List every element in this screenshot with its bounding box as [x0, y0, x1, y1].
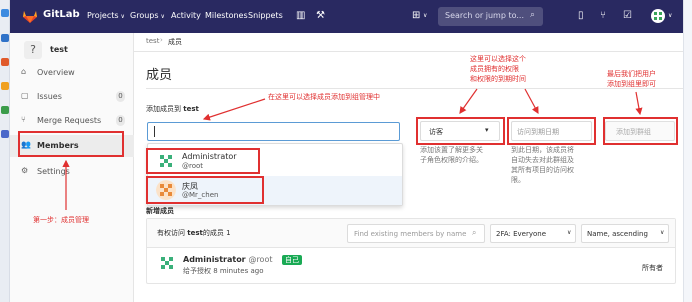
annotation-text-role: 这里可以选择这个 成员拥有的权限 和权限的到期时间	[470, 55, 526, 83]
annotation-arrows	[62, 88, 643, 210]
annotation-text-add: 最后我们把用户 添加到组里即可	[607, 70, 656, 88]
annotation-text-input: 在这里可以选择成员添加到组管理中	[268, 93, 380, 101]
annotation-text-step: 第一步：成员管理	[33, 216, 89, 224]
